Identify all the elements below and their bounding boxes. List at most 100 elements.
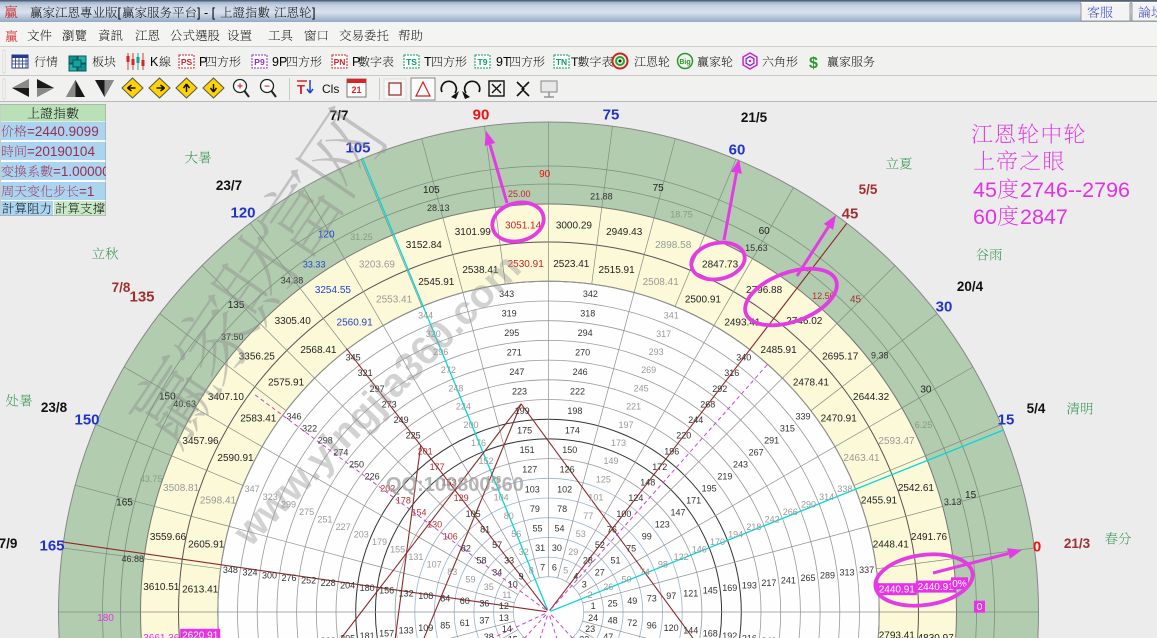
svg-text:2448.41: 2448.41 <box>873 539 910 550</box>
svg-text:6.25: 6.25 <box>915 420 933 430</box>
svg-text:341: 341 <box>664 311 679 321</box>
svg-text:247: 247 <box>509 367 524 377</box>
svg-text:108: 108 <box>418 591 433 601</box>
svg-text:2508.41: 2508.41 <box>643 277 680 288</box>
svg-text:3152.84: 3152.84 <box>406 240 443 251</box>
svg-text:225: 225 <box>406 431 421 441</box>
svg-text:13: 13 <box>499 613 509 623</box>
svg-text:2553.41: 2553.41 <box>376 295 413 306</box>
svg-text:4830.97: 4830.97 <box>918 633 955 638</box>
svg-text:98: 98 <box>658 560 668 570</box>
svg-text:51: 51 <box>610 556 620 566</box>
svg-text:34: 34 <box>492 568 502 578</box>
svg-text:31: 31 <box>535 543 545 553</box>
svg-text:218: 218 <box>746 522 761 532</box>
svg-text:83: 83 <box>447 567 457 577</box>
svg-text:30: 30 <box>920 385 932 396</box>
svg-text:2746--2796: 2746--2796 <box>1020 178 1130 202</box>
svg-text:2568.41: 2568.41 <box>300 345 337 356</box>
svg-text:58: 58 <box>476 556 486 566</box>
svg-text:268: 268 <box>700 399 715 409</box>
svg-text:107: 107 <box>427 560 442 570</box>
svg-text:90: 90 <box>473 107 490 124</box>
svg-text:$: $ <box>809 55 818 72</box>
svg-text:124: 124 <box>628 493 643 503</box>
svg-text:9P: 9P <box>272 55 287 69</box>
svg-text:291: 291 <box>764 436 779 446</box>
svg-text:3000.29: 3000.29 <box>556 220 593 231</box>
svg-text:49: 49 <box>627 596 637 606</box>
svg-text:4: 4 <box>573 571 578 581</box>
svg-text:33.33: 33.33 <box>303 260 326 270</box>
svg-text:25: 25 <box>608 599 618 609</box>
svg-text:9.38: 9.38 <box>871 351 889 361</box>
svg-text:2847: 2847 <box>1020 205 1068 229</box>
svg-text:199: 199 <box>515 406 530 416</box>
svg-text:317: 317 <box>656 329 671 339</box>
svg-text:2598.41: 2598.41 <box>200 495 237 506</box>
svg-text:82: 82 <box>461 544 471 554</box>
svg-text:57: 57 <box>492 540 502 550</box>
svg-text:18.75: 18.75 <box>670 210 693 220</box>
svg-text:3610.51: 3610.51 <box>143 582 180 593</box>
svg-text:170: 170 <box>710 537 725 547</box>
svg-text:7/9: 7/9 <box>0 536 17 551</box>
svg-text:120: 120 <box>664 623 679 633</box>
svg-text:23/8: 23/8 <box>41 400 68 415</box>
svg-text:26: 26 <box>603 582 613 592</box>
svg-text:169: 169 <box>722 583 737 593</box>
svg-text:23: 23 <box>585 624 595 634</box>
svg-text:75: 75 <box>626 544 636 554</box>
svg-text:90: 90 <box>539 169 551 180</box>
svg-text:45: 45 <box>973 178 997 202</box>
svg-text:224: 224 <box>456 402 471 412</box>
svg-text:55: 55 <box>532 523 542 533</box>
svg-text:3305.40: 3305.40 <box>275 316 312 327</box>
svg-text:198: 198 <box>567 406 582 416</box>
svg-text:292: 292 <box>712 384 727 394</box>
svg-text:Cls: Cls <box>322 82 339 96</box>
svg-text:T9: T9 <box>478 57 488 67</box>
svg-text:246: 246 <box>573 367 588 377</box>
svg-text:152: 152 <box>478 456 493 466</box>
svg-text:=1: =1 <box>79 184 94 199</box>
svg-text:T: T <box>571 55 579 69</box>
svg-text:249: 249 <box>394 415 409 425</box>
svg-text:244: 244 <box>688 415 703 425</box>
svg-text:174: 174 <box>565 426 580 436</box>
svg-text:79: 79 <box>530 504 540 514</box>
svg-text:272: 272 <box>441 365 456 375</box>
svg-text:85: 85 <box>440 621 450 631</box>
svg-text:243: 243 <box>733 460 748 470</box>
svg-text:196: 196 <box>664 446 679 456</box>
svg-text:252: 252 <box>301 575 316 585</box>
svg-text:2605.91: 2605.91 <box>188 539 225 550</box>
svg-text:3: 3 <box>582 580 587 590</box>
svg-text:165: 165 <box>116 497 133 508</box>
svg-text:151: 151 <box>520 445 535 455</box>
svg-text:2455.91: 2455.91 <box>861 495 898 506</box>
svg-text:270: 270 <box>575 348 590 358</box>
svg-text:219: 219 <box>717 472 732 482</box>
svg-text:101: 101 <box>588 493 603 503</box>
svg-text:2560.91: 2560.91 <box>337 317 374 328</box>
svg-text:56: 56 <box>511 529 521 539</box>
svg-text:175: 175 <box>517 426 532 436</box>
svg-text:217: 217 <box>761 578 776 588</box>
svg-text:346: 346 <box>286 412 301 422</box>
svg-text:76: 76 <box>607 524 617 534</box>
svg-text:PS: PS <box>181 57 193 67</box>
svg-text:2478.41: 2478.41 <box>793 377 830 388</box>
svg-text:15: 15 <box>998 412 1015 429</box>
svg-text:5: 5 <box>563 565 568 575</box>
svg-text:3661.36: 3661.36 <box>143 633 180 638</box>
svg-text:7: 7 <box>540 562 545 572</box>
svg-text:23/7: 23/7 <box>216 178 242 193</box>
svg-text:72: 72 <box>627 618 637 628</box>
svg-text:2491.76: 2491.76 <box>911 532 948 543</box>
svg-text:1: 1 <box>591 601 596 611</box>
svg-text:339: 339 <box>795 412 810 422</box>
svg-text:197: 197 <box>618 420 633 430</box>
svg-text:122: 122 <box>674 552 689 562</box>
svg-text:195: 195 <box>702 484 717 494</box>
